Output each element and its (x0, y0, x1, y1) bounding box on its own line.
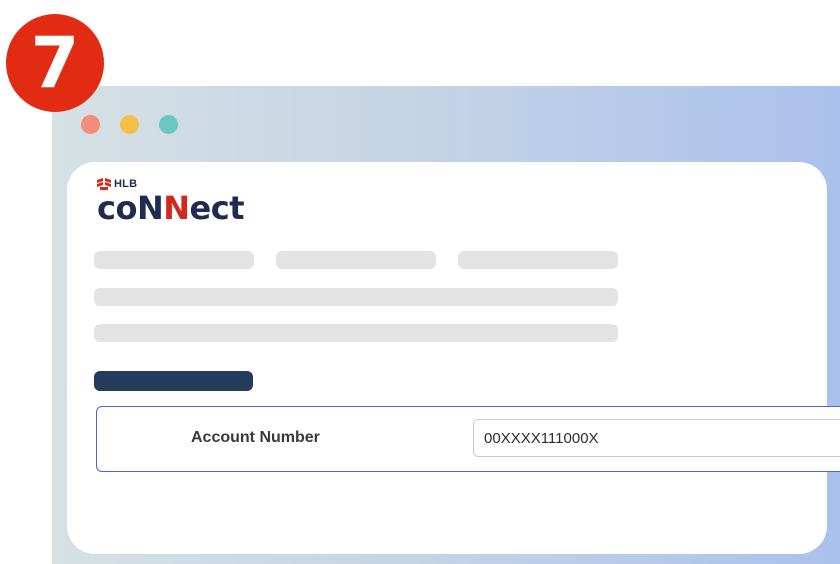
placeholder-bar (276, 251, 436, 269)
logo-word-part-accent: N (163, 189, 190, 227)
account-number-row: Account Number (96, 406, 840, 472)
hlb-connect-logo: HLB co N N ect (97, 176, 244, 226)
logo-word-part: co (97, 189, 137, 227)
logo-word-part: ect (189, 189, 245, 227)
tutorial-stage: 7 HLB co N N ect Account Number 00XXXX11… (0, 0, 840, 564)
close-dot-icon[interactable] (81, 115, 100, 134)
placeholder-bar (458, 251, 618, 269)
placeholder-bar (94, 251, 254, 269)
section-heading-placeholder (94, 371, 253, 391)
browser-window: HLB co N N ect Account Number (52, 86, 840, 564)
placeholder-bar (94, 324, 618, 342)
minimize-dot-icon[interactable] (120, 115, 139, 134)
maximize-dot-icon[interactable] (159, 115, 178, 134)
content-panel: HLB co N N ect Account Number (67, 162, 840, 554)
placeholder-bar (94, 288, 618, 306)
step-number-badge: 7 (6, 14, 104, 112)
logo-wordmark: co N N ect (97, 190, 244, 226)
account-number-input[interactable] (473, 419, 840, 457)
account-number-label: Account Number (191, 429, 320, 446)
logo-word-part: N (136, 189, 164, 227)
